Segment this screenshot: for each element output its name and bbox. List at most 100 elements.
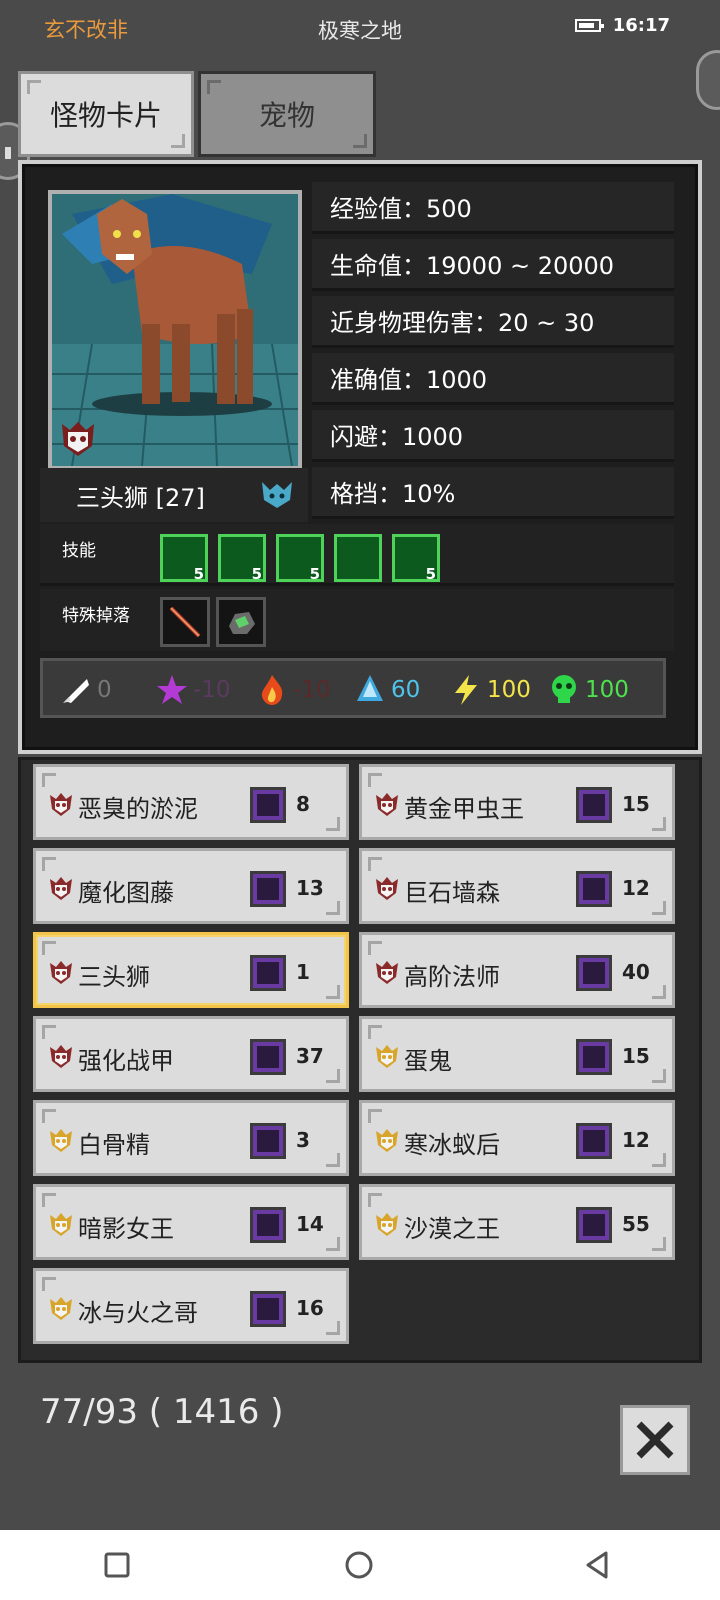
monster-card-count: 16 [296, 1296, 324, 1320]
gold-skull-icon [48, 1295, 74, 1321]
rod-drop-icon[interactable] [160, 597, 210, 647]
corner-decoration [42, 857, 56, 871]
monster-card[interactable]: 白骨精 3 [33, 1100, 349, 1176]
corner-decoration [326, 1321, 340, 1335]
collection-progress: 77/93 ( 1416 ) [40, 1392, 284, 1432]
monster-card[interactable]: 寒冰蚁后 12 [359, 1100, 675, 1176]
card-icon [576, 1123, 612, 1159]
card-icon [576, 1207, 612, 1243]
corner-decoration [652, 901, 666, 915]
corner-decoration [652, 1069, 666, 1083]
monster-card-name: 冰与火之哥 [78, 1299, 198, 1327]
corner-decoration [42, 941, 56, 955]
skill-bite-icon[interactable] [334, 534, 382, 582]
corner-decoration [326, 1237, 340, 1251]
monster-card-count: 12 [622, 876, 650, 900]
system-nav-bar [0, 1530, 720, 1600]
monster-card-name: 巨石墙森 [404, 879, 500, 907]
card-icon [250, 1039, 286, 1075]
monster-card[interactable]: 高阶法师 40 [359, 932, 675, 1008]
monster-card[interactable]: 三头狮 1 [33, 932, 349, 1008]
corner-decoration [326, 1069, 340, 1083]
monster-card-count: 14 [296, 1212, 324, 1236]
beast-type-icon [262, 482, 292, 508]
red-skull-icon [374, 959, 400, 985]
tab-label: 怪物卡片 [49, 99, 162, 132]
card-icon [250, 1291, 286, 1327]
stat-melee-damage: 近身物理伤害：20 ~ 30 [312, 296, 674, 348]
corner-decoration [353, 134, 367, 148]
red-skull-icon [374, 875, 400, 901]
monster-card[interactable]: 暗影女王 14 [33, 1184, 349, 1260]
resistance-value: 100 [487, 677, 531, 703]
monster-card[interactable]: 恶臭的淤泥 8 [33, 764, 349, 840]
gold-skull-icon [374, 1127, 400, 1153]
gold-skull-icon [48, 1211, 74, 1237]
red-skull-icon [48, 791, 74, 817]
status-bar: 玄不改非 极寒之地 16:17 [0, 0, 720, 56]
monster-detail-panel: 经验值：500 生命值：19000 ~ 20000 近身物理伤害：20 ~ 30… [18, 160, 702, 754]
ore-drop-icon[interactable] [216, 597, 266, 647]
tab-monster-cards[interactable]: 怪物卡片 [18, 71, 194, 157]
monster-card-name: 蛋鬼 [404, 1047, 452, 1075]
back-icon[interactable] [584, 1550, 610, 1580]
card-icon [250, 1123, 286, 1159]
red-skull-icon [374, 791, 400, 817]
monster-card-count: 40 [622, 960, 650, 984]
monster-card-count: 15 [622, 792, 650, 816]
card-icon [576, 955, 612, 991]
monster-card-count: 1 [296, 960, 310, 984]
close-button[interactable] [620, 1405, 690, 1475]
monster-card[interactable]: 巨石墙森 12 [359, 848, 675, 924]
monster-card[interactable]: 魔化图藤 13 [33, 848, 349, 924]
stat-experience: 经验值：500 [312, 182, 674, 234]
resistance-lightning: 100 [449, 673, 531, 707]
skill-swirl-icon[interactable]: 5 [276, 534, 324, 583]
gold-skull-icon [374, 1043, 400, 1069]
resistance-value: -10 [293, 677, 331, 703]
monster-skull-badge-icon [62, 422, 94, 456]
corner-decoration [171, 134, 185, 148]
corner-decoration [42, 1277, 56, 1291]
corner-decoration [42, 1193, 56, 1207]
corner-decoration [326, 985, 340, 999]
stat-hp: 生命值：19000 ~ 20000 [312, 239, 674, 291]
monster-card-name: 高阶法师 [404, 963, 500, 991]
red-skull-icon [48, 959, 74, 985]
monster-card-name: 沙漠之王 [404, 1215, 500, 1243]
skills-row: 技能 5 5 5 5 [40, 524, 674, 586]
resistances-bar: 0 -10 -10 60 100 100 [40, 658, 666, 718]
monster-card-count: 13 [296, 876, 324, 900]
recent-apps-icon[interactable] [104, 1552, 130, 1578]
stat-dodge: 闪避：1000 [312, 410, 674, 462]
ice-icon [357, 675, 383, 701]
resistance-arcane: -10 [155, 673, 231, 707]
monster-card[interactable]: 沙漠之王 55 [359, 1184, 675, 1260]
corner-decoration [368, 857, 382, 871]
monster-card-name: 强化战甲 [78, 1047, 174, 1075]
side-handle-right[interactable] [696, 50, 720, 110]
monster-card-list: 恶臭的淤泥 8 黄金甲虫王 15 魔化图藤 13 巨石墙森 12 三头狮 1 高阶法师 40 强化战甲 3… [18, 757, 702, 1363]
skill-claw-icon[interactable]: 5 [392, 534, 440, 583]
monster-card[interactable]: 冰与火之哥 16 [33, 1268, 349, 1344]
card-icon [576, 1039, 612, 1075]
resistance-value: 60 [391, 677, 421, 703]
resistance-fire: -10 [255, 673, 331, 707]
monster-portrait [48, 190, 302, 470]
monster-name: 三头狮 [27] [76, 483, 205, 512]
monster-card-name: 黄金甲虫王 [404, 795, 524, 823]
tab-pets[interactable]: 宠物 [198, 71, 376, 157]
stat-accuracy: 准确值：1000 [312, 353, 674, 405]
skill-roar-icon[interactable]: 5 [160, 534, 208, 583]
card-icon [250, 871, 286, 907]
monster-card-count: 55 [622, 1212, 650, 1236]
corner-decoration [27, 80, 41, 94]
card-icon [250, 787, 286, 823]
skill-slash-icon[interactable]: 5 [218, 534, 266, 583]
special-drops-row: 特殊掉落 [40, 589, 674, 651]
monster-card[interactable]: 蛋鬼 15 [359, 1016, 675, 1092]
home-icon[interactable] [344, 1550, 374, 1580]
monster-card[interactable]: 黄金甲虫王 15 [359, 764, 675, 840]
monster-card[interactable]: 强化战甲 37 [33, 1016, 349, 1092]
skills-label: 技能 [62, 541, 96, 561]
